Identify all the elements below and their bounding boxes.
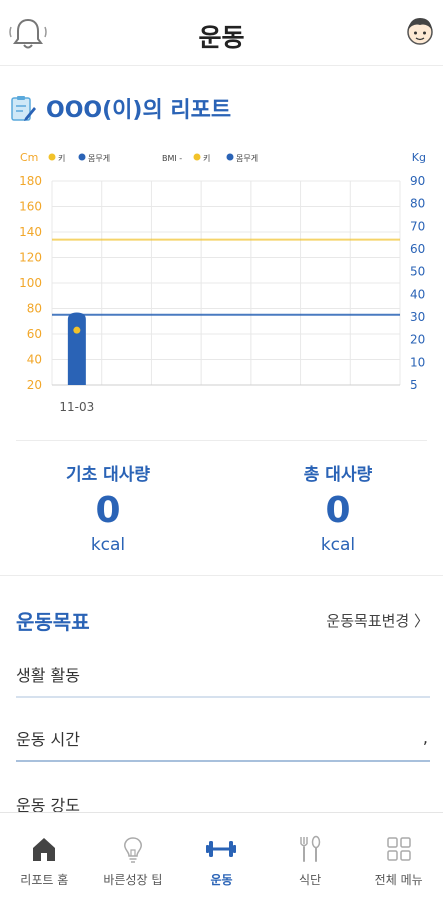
tab-growth-tips[interactable]: 바른성장 팁 [89,813,178,900]
bottom-tab-bar: 리포트 홈 바른성장 팁 운동 식단 전체 메뉴 [0,812,443,900]
legend-prefix: BMI - [162,154,182,163]
legend-label: 몸무게 [88,153,110,163]
basal-metabolism-value: 0 [95,490,121,531]
tab-label: 운동 [210,873,233,887]
clipboard-edit-icon [11,96,36,121]
left-tick-label: 60 [27,327,42,341]
page-title: 운동 [198,23,245,52]
field-label: 생활 활동 [16,666,80,685]
legend-label: 키 [203,154,210,163]
left-tick-label: 100 [19,276,42,290]
left-tick-label: 40 [27,353,42,367]
legend-label: 몸무게 [236,153,258,163]
home-icon [33,838,56,861]
right-unit-label: Kg [412,151,426,164]
dumbbell-icon [206,841,237,857]
tab-exercise[interactable]: 운동 [177,813,266,900]
right-tick-label: 10 [410,355,425,369]
legend-label: 키 [58,154,65,163]
basal-metabolism: 기초 대사량 0 kcal [28,460,188,555]
section-divider [16,440,427,441]
avatar[interactable] [405,14,435,48]
field-label: 운동 시간 [16,730,80,749]
right-tick-label: 70 [410,219,425,233]
exercise-time-field[interactable]: 운동 시간 , [16,726,430,762]
right-tick-label: 60 [410,242,425,256]
basal-metabolism-unit: kcal [90,535,126,555]
fork-spoon-icon [300,835,321,862]
life-activity-field[interactable]: 생활 활동 [16,662,430,698]
height-data-point [73,326,81,334]
left-unit-label: Cm [20,151,38,164]
tab-diet[interactable]: 식단 [266,813,355,900]
total-metabolism-value: 0 [325,490,351,531]
left-tick-label: 20 [27,378,42,392]
right-tick-label: 40 [410,287,425,301]
report-title: OOO(이)의 리포트 [46,98,232,123]
legend-marker [78,153,86,161]
legend-marker [193,153,201,161]
legend-marker [48,153,56,161]
field-value: , [422,728,428,747]
tab-report-home[interactable]: 리포트 홈 [0,813,89,900]
x-tick-label: 11-03 [59,400,94,414]
tab-label: 식단 [299,873,322,887]
right-tick-label: 30 [410,310,425,324]
left-tick-label: 160 [19,200,42,214]
right-tick-label: 50 [410,265,425,279]
left-tick-label: 180 [19,174,42,188]
right-tick-label: 80 [410,197,425,211]
right-tick-label: 90 [410,174,425,188]
left-tick-label: 140 [19,225,42,239]
weight-bar [67,312,86,385]
lightbulb-icon [123,837,142,863]
total-metabolism: 총 대사량 0 kcal [258,460,418,555]
tab-label: 리포트 홈 [20,873,69,887]
exercise-goal-title: 운동목표 [16,610,90,634]
growth-chart: Cm 키 몸무게 BMI - 키 몸무게 Kg 180 160 140 120 100 80 60 40 20… [19,151,426,414]
left-tick-label: 120 [19,251,42,265]
left-tick-label: 80 [27,302,42,316]
grid-menu-icon [386,837,411,861]
total-metabolism-unit: kcal [320,535,356,555]
tab-label: 전체 메뉴 [374,873,423,887]
basal-metabolism-label: 기초 대사량 [65,465,151,485]
right-tick-label: 5 [410,378,418,392]
tab-label: 바른성장 팁 [103,873,163,887]
report-heading: OOO(이)의 리포트 [10,92,231,124]
app-header: 운동 [0,0,443,66]
tab-all-menu[interactable]: 전체 메뉴 [354,813,443,900]
change-goal-link[interactable]: 운동목표변경 〉 [326,610,429,631]
section-divider [0,575,443,576]
right-tick-label: 20 [410,333,425,347]
legend-marker [226,153,234,161]
total-metabolism-label: 총 대사량 [303,465,373,485]
field-underline [16,760,430,762]
field-underline [16,696,430,698]
